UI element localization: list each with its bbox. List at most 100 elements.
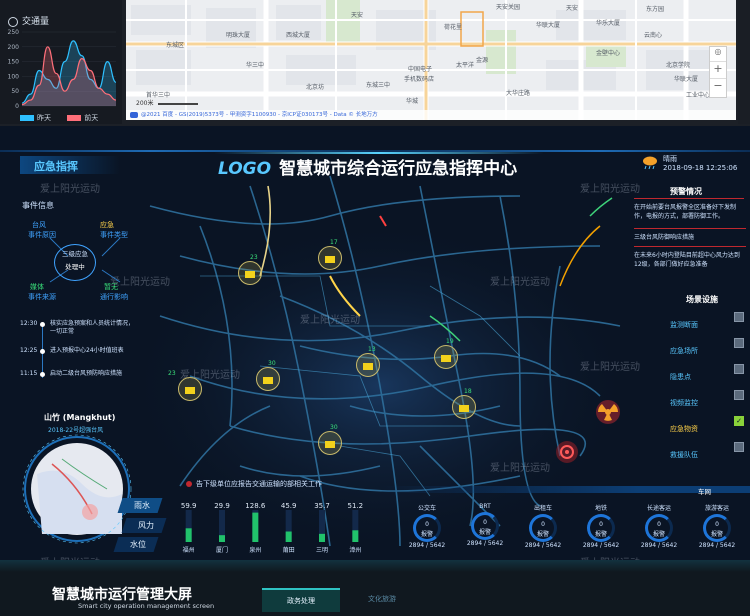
vehicle-status: 报警	[478, 529, 491, 536]
vehicle-count: 0	[541, 521, 545, 528]
vehicle-count: 0	[657, 521, 661, 528]
marker-count: 23	[250, 254, 258, 261]
checkbox-icon[interactable]	[734, 312, 744, 322]
zoom-out-button[interactable]: −	[710, 78, 726, 95]
typhoon-track-map[interactable]	[22, 434, 132, 544]
timeline-time: 11:15	[20, 370, 38, 377]
y-tick-label: 0	[15, 103, 19, 110]
logo: LOGO	[218, 159, 272, 179]
fire-truck-icon	[356, 353, 380, 377]
bar	[185, 528, 192, 542]
facility-item[interactable]: 应急场所	[670, 338, 748, 355]
locate-icon[interactable]: ◎	[710, 47, 726, 61]
vehicle-ring: 0 报警	[471, 512, 499, 540]
map-marker[interactable]: 19	[434, 338, 458, 369]
datetime: 2018-09-18 12:25:06	[663, 164, 738, 172]
map-marker[interactable]: 30	[318, 424, 342, 455]
map-label-layer: 天安关园 荷花里 天安 华乐大厦 天安 东方园 金壁中心 云南心 中国电子 手机…	[126, 0, 736, 120]
fire-truck-icon	[434, 345, 458, 369]
bottom-title: 智慧城市运行管理大屏	[52, 587, 192, 603]
legend-swatch-day-before	[67, 115, 82, 121]
facility-item[interactable]: 视频监控	[670, 390, 748, 407]
marker-count: 30	[268, 360, 276, 367]
y-tick-label: 50	[11, 88, 19, 95]
street-map[interactable]: 天安关园 荷花里 天安 华乐大厦 天安 东方园 金壁中心 云南心 中国电子 手机…	[126, 0, 736, 120]
bar	[352, 530, 359, 542]
bar-value-label: 29.9	[214, 502, 230, 510]
timeline-text: 进入预报中心24小时值班表	[50, 347, 124, 354]
checkbox-checked-icon[interactable]: ✓	[734, 416, 744, 426]
radiation-hazard-icon[interactable]	[594, 398, 622, 426]
facility-title: 场景设施	[686, 295, 718, 304]
section-title: 应急指挥	[34, 160, 78, 173]
event-node-label: 事件来源	[28, 293, 56, 301]
timeline-time: 12:30	[20, 320, 38, 327]
map-marker[interactable]: 30	[256, 360, 280, 391]
map-label: 华三中	[246, 62, 265, 69]
tab-bg: 风力	[121, 518, 167, 533]
facility-item[interactable]: 隐患点	[670, 364, 748, 381]
map-label: 华乐大厦	[596, 20, 621, 27]
vehicle-gauge[interactable]: 旅游客运 0 报警 2894 / 5642	[688, 503, 746, 549]
map-label: 云南心	[644, 32, 663, 39]
typhoon-name: 山竹 (Mangkhut)	[44, 413, 116, 422]
legend-label-day-before: 前天	[84, 114, 99, 122]
facility-item[interactable]: 救援队伍	[670, 442, 748, 459]
map-marker[interactable]: 23	[238, 254, 262, 285]
vehicle-status: 报警	[652, 531, 665, 538]
alert-icon	[186, 481, 192, 487]
marker-count: 18	[464, 388, 472, 395]
rainfall-bar-chart: 59.9 福州 29.9 厦门 128.6 泉州 45.9 莆田 35.7 三明 51.2 漳州	[181, 502, 363, 554]
chart-title-row: 交通量	[8, 14, 49, 27]
vehicle-ratio: 2894 / 5642	[582, 542, 620, 549]
checkbox-icon[interactable]	[734, 442, 744, 452]
top-right-gutter	[738, 0, 750, 124]
map-marker[interactable]: 17	[318, 239, 342, 270]
fire-truck-icon	[452, 395, 476, 419]
vehicle-gauges: 公交车 0 报警 2894 / 5642 BRT 0 报警 2894 / 564…	[398, 503, 750, 559]
warning-title: 预警情况	[670, 187, 702, 196]
vehicle-gauge[interactable]: 出租车 0 报警 2894 / 5642	[514, 503, 572, 549]
typhoon-tab-wind[interactable]: 风力	[121, 518, 167, 533]
map-marker[interactable]: 23	[168, 370, 202, 401]
vehicle-ring: 0 报警	[529, 514, 557, 542]
warning-divider	[634, 246, 746, 247]
facility-label: 监测断面	[670, 321, 698, 329]
map-label: 东城三中	[366, 82, 391, 89]
event-center-node[interactable]: 三级应急 处理中	[54, 244, 96, 281]
vehicle-count: 0	[483, 519, 487, 526]
map-label: 明珠大厦	[226, 32, 251, 39]
vehicle-ring: 0 报警	[413, 514, 441, 542]
checkbox-icon[interactable]	[734, 364, 744, 374]
dashboard-title: 智慧城市综合运行应急指挥中心	[279, 159, 518, 179]
map-marker[interactable]: 13	[356, 346, 380, 377]
facility-list: 监测断面 应急场所 隐患点 视频监控 应急物资 ✓ 救援队伍	[670, 306, 748, 466]
baidu-logo-icon	[130, 111, 138, 118]
event-status: 处理中	[65, 263, 85, 271]
facility-item[interactable]: 监测断面	[670, 312, 748, 329]
typhoon-tab-water[interactable]: 水位	[113, 537, 159, 552]
tab-culture-tourism[interactable]: 文化旅游	[352, 588, 412, 610]
zoom-in-button[interactable]: +	[710, 61, 726, 78]
warning-rule	[634, 198, 744, 199]
tab-government[interactable]: 政务处理	[262, 588, 340, 612]
vehicle-gauge[interactable]: 地铁 0 报警 2894 / 5642	[572, 503, 630, 549]
map-label: 工业中心	[686, 92, 711, 99]
vehicle-gauge[interactable]: BRT 0 报警 2894 / 5642	[456, 503, 514, 547]
typhoon-tab-rain[interactable]: 雨水	[117, 498, 163, 513]
biohazard-icon[interactable]	[555, 440, 579, 464]
vehicle-gauge[interactable]: 公交车 0 报警 2894 / 5642	[398, 503, 456, 549]
map-marker[interactable]: 18	[452, 388, 476, 419]
fire-truck-icon	[178, 377, 202, 401]
checkbox-icon[interactable]	[734, 390, 744, 400]
vehicle-status: 报警	[420, 531, 433, 538]
bottom-glow	[0, 560, 750, 572]
map-label: 天安	[351, 12, 364, 19]
checkbox-icon[interactable]	[734, 338, 744, 348]
facility-item[interactable]: 应急物资 ✓	[670, 416, 748, 433]
notice-text: 告下级单位应报告交通运输的部相关工作	[196, 480, 322, 488]
facility-label: 救援队伍	[670, 451, 698, 459]
clock-icon	[8, 16, 18, 27]
warning-item: 在开始前要台风报警全区准备好下发制作，电报的方式，部署防御工作。	[634, 204, 737, 220]
vehicle-gauge[interactable]: 长途客运 0 报警 2894 / 5642	[630, 503, 688, 549]
